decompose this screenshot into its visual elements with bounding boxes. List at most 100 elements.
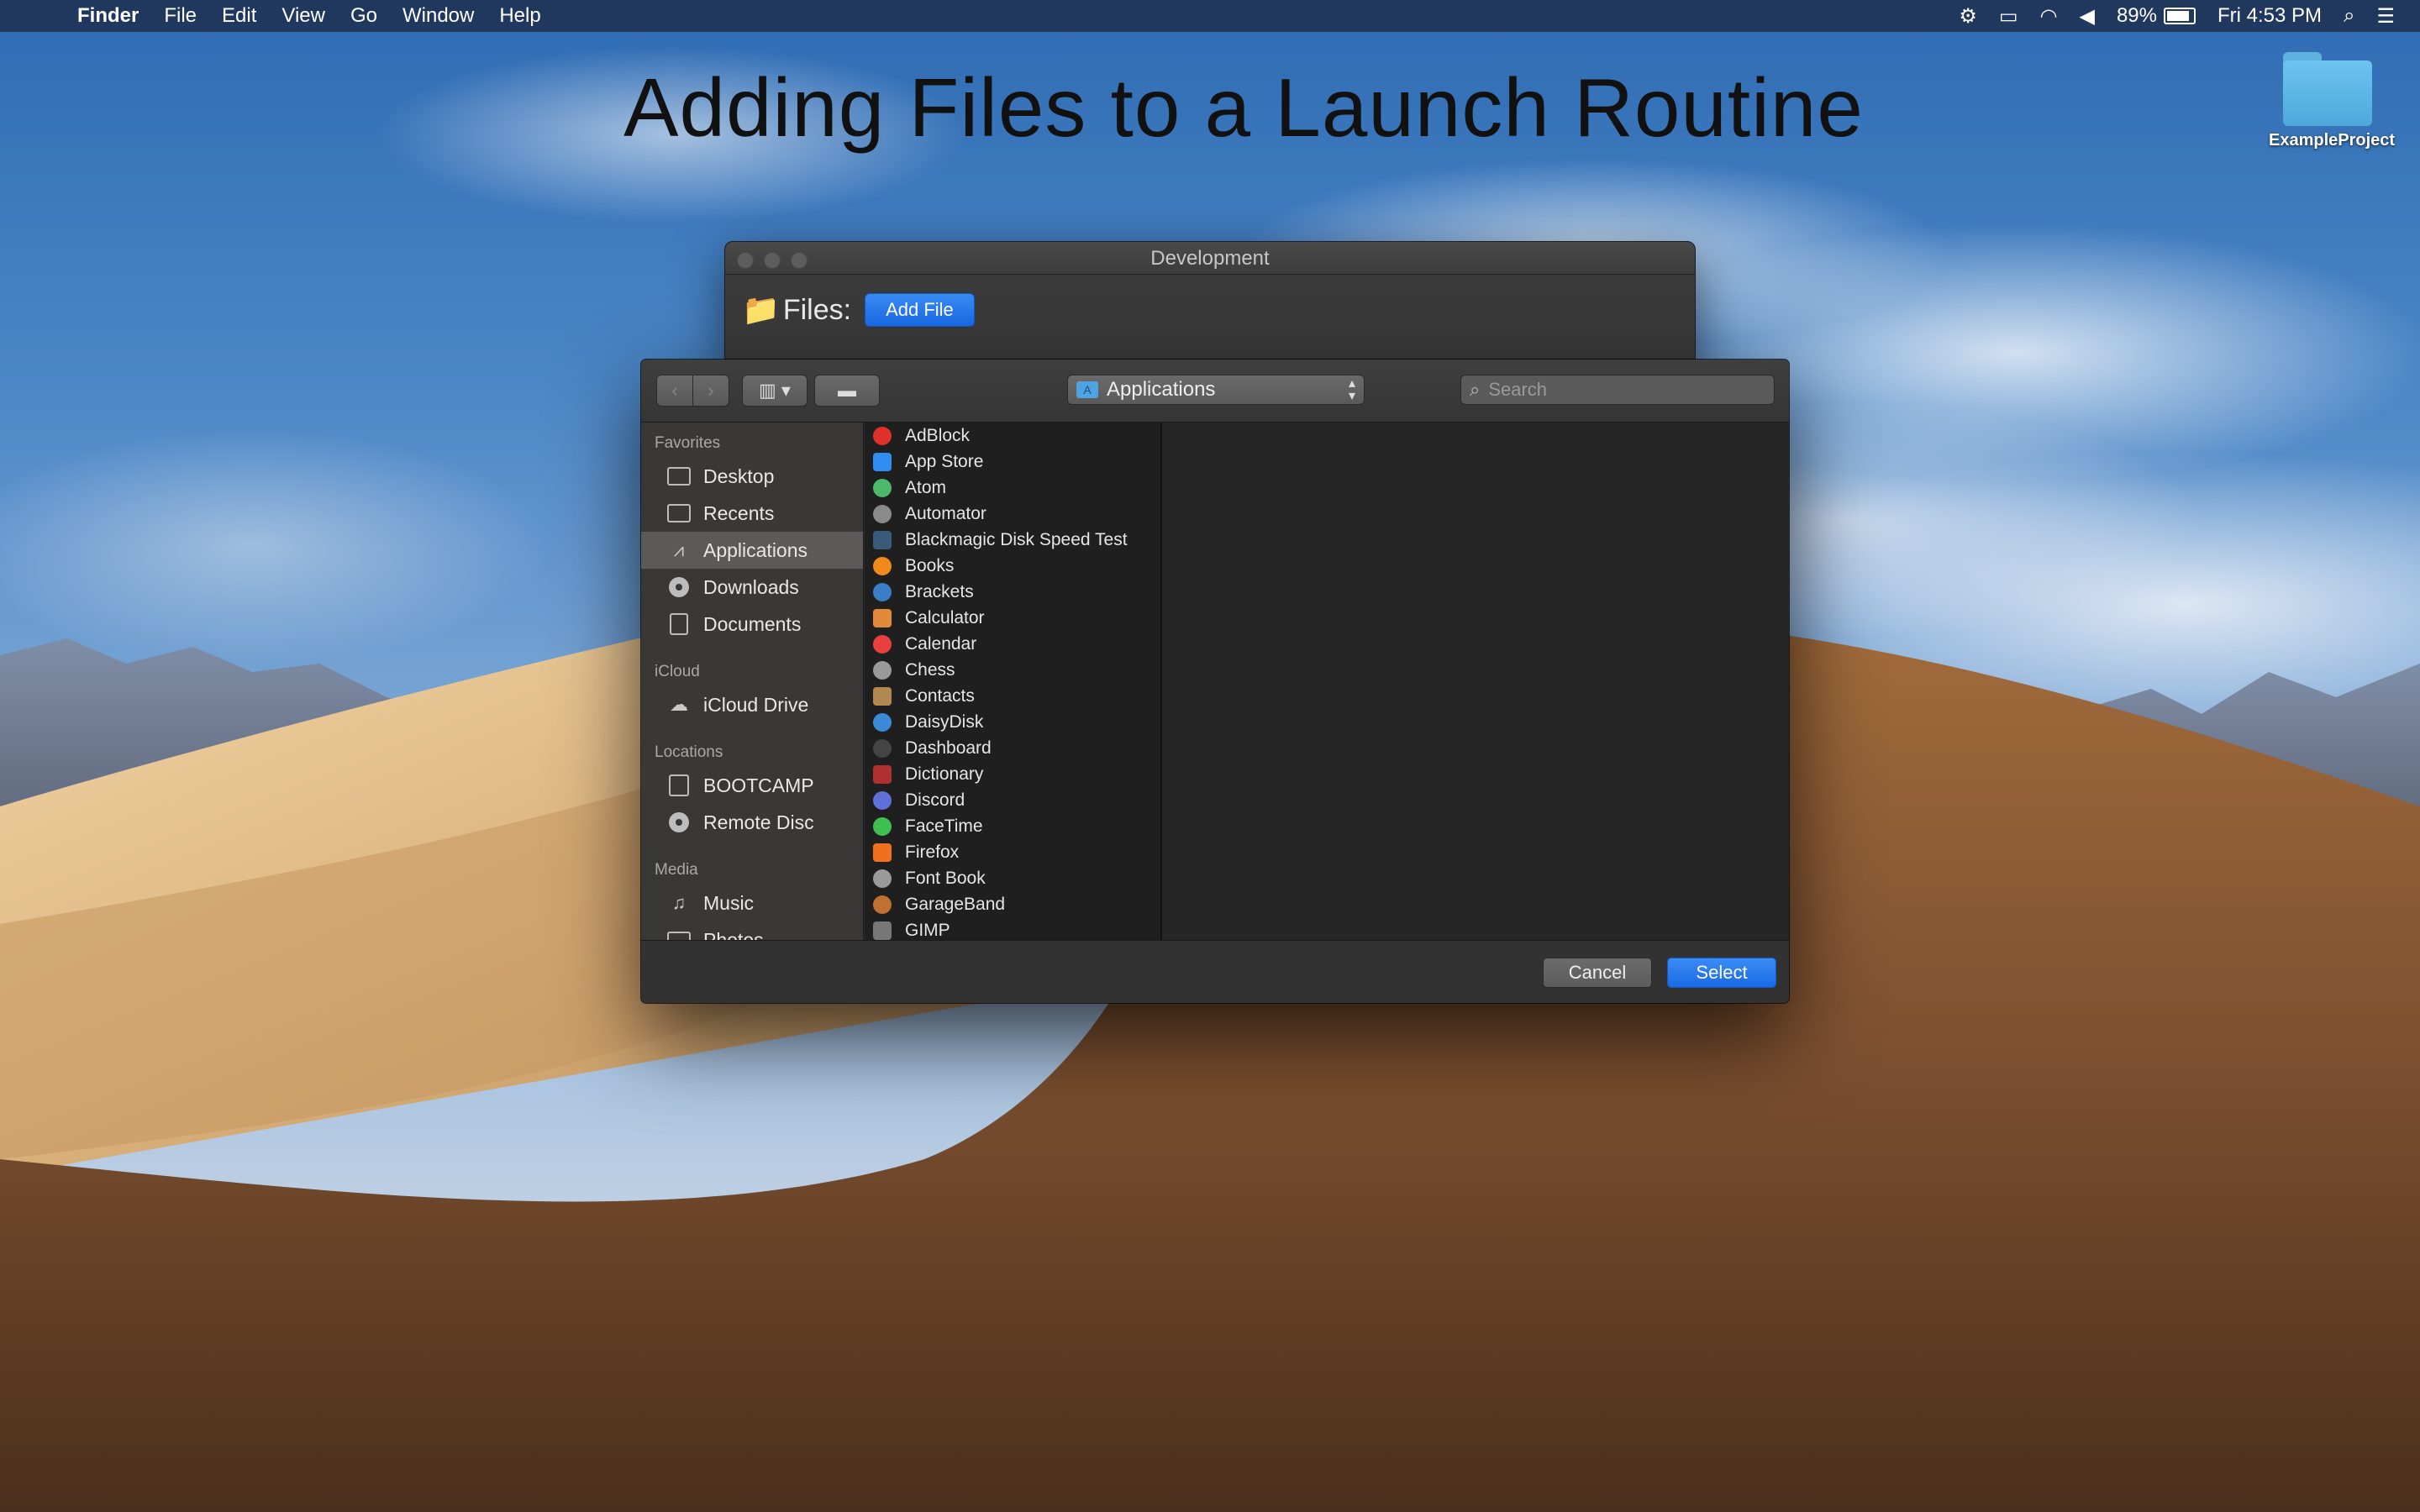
notification-center-icon[interactable]: ☰ <box>2376 4 2395 29</box>
app-icon <box>873 816 892 836</box>
files-label: Files: <box>782 293 852 326</box>
recents-icon <box>666 502 692 524</box>
file-name: Books <box>905 555 955 575</box>
cloud-icon: ☁ <box>670 694 688 715</box>
volume-icon[interactable]: ◀ <box>2079 4 2094 29</box>
music-icon: ♫ <box>671 892 687 913</box>
sidebar-item-recents[interactable]: Recents <box>641 495 863 532</box>
search-input[interactable] <box>1486 378 1743 402</box>
menu-app-name[interactable]: Finder <box>77 4 139 28</box>
sidebar-section-icloud: iCloud <box>655 663 700 680</box>
file-name: Dashboard <box>905 738 992 758</box>
new-folder-button[interactable]: ▬ <box>814 375 880 407</box>
file-name: AdBlock <box>905 425 971 445</box>
sidebar-item-label: iCloud Drive <box>703 693 809 716</box>
sidebar-item-label: Music <box>703 891 755 914</box>
add-file-button[interactable]: Add File <box>865 293 975 327</box>
file-name: Blackmagic Disk Speed Test <box>905 529 1128 549</box>
cancel-button[interactable]: Cancel <box>1543 958 1652 988</box>
app-icon <box>873 556 892 575</box>
app-icon <box>873 660 892 680</box>
airplay-icon[interactable]: ▭ <box>1999 4 2018 29</box>
file-list-item[interactable]: Brackets <box>865 579 1160 605</box>
menu-clock[interactable]: Fri 4:53 PM <box>2217 4 2322 28</box>
sidebar-item-photos[interactable]: Photos <box>641 921 863 940</box>
desktop-folder[interactable]: ExampleProject <box>2269 52 2395 150</box>
app-icon <box>873 686 892 706</box>
file-list-item[interactable]: AdBlock <box>865 423 1160 449</box>
file-name: App Store <box>905 451 984 471</box>
location-popup[interactable]: A Applications ▴ ▾ <box>1067 375 1365 405</box>
file-list-item[interactable]: FaceTime <box>865 813 1160 839</box>
app-icon <box>873 921 892 940</box>
app-icon <box>873 712 892 732</box>
menu-file[interactable]: File <box>164 4 197 28</box>
folder-icon <box>2283 52 2372 126</box>
file-list-item[interactable]: Chess <box>865 657 1160 683</box>
battery-percent[interactable]: 89% <box>2117 4 2157 28</box>
file-list-item[interactable]: Books <box>865 553 1160 579</box>
drive-icon <box>666 774 692 796</box>
app-icon <box>873 843 892 862</box>
view-mode-button[interactable]: ▥ ▾ <box>742 375 808 407</box>
sidebar-item-label: Desktop <box>703 465 775 487</box>
file-list-item[interactable]: Blackmagic Disk Speed Test <box>865 527 1160 553</box>
file-list-item[interactable]: Firefox <box>865 839 1160 865</box>
file-name: Chess <box>905 659 955 680</box>
file-name: Calculator <box>905 607 985 627</box>
file-list-item[interactable]: Calendar <box>865 631 1160 657</box>
sidebar-item-applications[interactable]: ⩘ Applications <box>641 532 863 569</box>
app-icon <box>873 869 892 888</box>
file-list-item[interactable]: Font Book <box>865 865 1160 891</box>
file-list-item[interactable]: DaisyDisk <box>865 709 1160 735</box>
sidebar-section-media: Media <box>655 861 698 879</box>
file-list-item[interactable]: Discord <box>865 787 1160 813</box>
menu-edit[interactable]: Edit <box>222 4 256 28</box>
file-list-item[interactable]: GIMP <box>865 917 1160 940</box>
camera-icon <box>666 929 692 940</box>
location-label: Applications <box>1107 378 1216 401</box>
menu-bar: Finder File Edit View Go Window Help ⚙ ▭… <box>0 0 2420 32</box>
sidebar-item-label: Documents <box>703 612 802 635</box>
sidebar-section-locations: Locations <box>655 743 723 761</box>
applications-folder-icon: A <box>1076 381 1098 398</box>
file-list-item[interactable]: Dictionary <box>865 761 1160 787</box>
file-list-item[interactable]: Automator <box>865 501 1160 527</box>
menu-help[interactable]: Help <box>499 4 540 28</box>
file-list-item[interactable]: Dashboard <box>865 735 1160 761</box>
network-tools-icon[interactable]: ⚙ <box>1959 4 1977 29</box>
file-list-item[interactable]: Atom <box>865 475 1160 501</box>
sidebar-item-icloud-drive[interactable]: ☁ iCloud Drive <box>641 686 863 723</box>
sidebar-item-remote-disc[interactable]: Remote Disc <box>641 804 863 841</box>
file-list-column[interactable]: AdBlock App Store Atom Automator Blackmagic … <box>865 423 1162 940</box>
battery-icon[interactable] <box>2164 8 2196 24</box>
search-field[interactable]: ⌕ <box>1460 375 1775 405</box>
file-name: Calendar <box>905 633 977 654</box>
menu-view[interactable]: View <box>281 4 325 28</box>
sidebar-item-downloads[interactable]: Downloads <box>641 569 863 606</box>
page-title: Adding Files to a Launch Routine <box>623 61 1864 154</box>
file-list-item[interactable]: GarageBand <box>865 891 1160 917</box>
chevron-left-icon: ‹ <box>671 380 678 401</box>
sidebar-item-bootcamp[interactable]: BOOTCAMP <box>641 767 863 804</box>
dialog-sidebar: Favorites Desktop Recents ⩘ Applications… <box>641 423 864 940</box>
forward-button[interactable]: › <box>692 375 729 407</box>
spotlight-search-icon[interactable]: ⌕ <box>2344 4 2354 28</box>
menu-window[interactable]: Window <box>402 4 474 28</box>
wifi-icon[interactable]: ◠ <box>2040 4 2058 29</box>
file-list-item[interactable]: Contacts <box>865 683 1160 709</box>
sidebar-item-documents[interactable]: Documents <box>641 606 863 643</box>
file-list-item[interactable]: Calculator <box>865 605 1160 631</box>
sidebar-item-label: Applications <box>703 538 808 561</box>
file-list-item[interactable]: App Store <box>865 449 1160 475</box>
app-icon <box>873 764 892 784</box>
app-icon <box>873 452 892 471</box>
sidebar-item-desktop[interactable]: Desktop <box>641 458 863 495</box>
sidebar-item-music[interactable]: ♫ Music <box>641 885 863 921</box>
select-button[interactable]: Select <box>1667 958 1776 988</box>
back-button[interactable]: ‹ <box>656 375 693 407</box>
chevron-right-icon: › <box>708 380 714 401</box>
file-name: GarageBand <box>905 894 1006 914</box>
app-icon <box>873 895 892 914</box>
menu-go[interactable]: Go <box>350 4 377 28</box>
